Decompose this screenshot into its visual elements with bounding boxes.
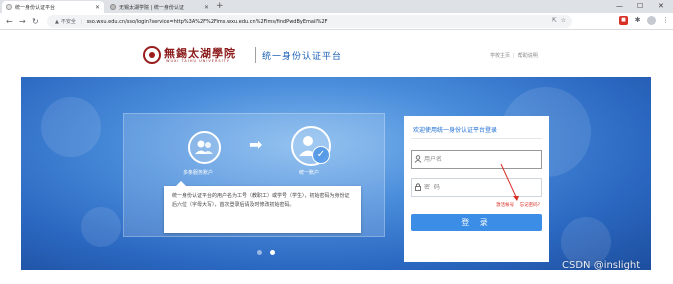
- browser-tab-strip: 统一身份认证平台 ✕ 无锡太湖学院 | 统一身份认证 ✕ + — ☐ ✕: [0, 0, 673, 13]
- share-icon[interactable]: ⇱: [552, 17, 557, 24]
- minimize-button[interactable]: —: [616, 1, 623, 12]
- maximize-button[interactable]: ☐: [637, 1, 643, 12]
- tab-title: 无锡太湖学院 | 统一身份认证: [119, 4, 184, 11]
- username-field[interactable]: [411, 150, 542, 169]
- address-separator: |: [80, 18, 83, 25]
- university-name-en: WUXI TAIHU UNIVERSITY: [166, 59, 230, 63]
- lock-icon: [412, 182, 424, 193]
- activate-account-link[interactable]: 激活帐号: [496, 203, 514, 208]
- browser-toolbar: ← → ↻ ▲ 不安全 | sso.wxu.edu.cn/sso/login?s…: [0, 13, 673, 30]
- header-links: 学校主页 | 帮助说明: [490, 52, 538, 59]
- avatar[interactable]: [647, 16, 656, 25]
- reload-button[interactable]: ↻: [32, 16, 39, 27]
- login-title: 欢迎使用统一身份认证平台登录: [413, 127, 498, 134]
- divider: [411, 138, 542, 139]
- header-divider: [255, 47, 256, 63]
- menu-icon[interactable]: ⋮: [661, 16, 670, 25]
- single-account-label: 统一账户: [299, 170, 320, 176]
- carousel-dot-active[interactable]: [270, 250, 275, 255]
- carousel-dot[interactable]: [257, 250, 262, 255]
- new-tab-button[interactable]: +: [216, 1, 224, 12]
- help-link[interactable]: 帮助说明: [518, 53, 538, 59]
- extension-icon[interactable]: ■: [619, 16, 628, 25]
- url-text[interactable]: sso.wxu.edu.cn/sso/login?service=http%3A…: [87, 19, 328, 25]
- watermark: CSDN @inslight: [562, 260, 641, 271]
- tab-sso-login[interactable]: 统一身份认证平台 ✕: [2, 1, 104, 13]
- back-button[interactable]: ←: [6, 16, 13, 27]
- multi-account-icon: [188, 131, 221, 164]
- auxiliary-links: 激活帐号 忘记密码?: [492, 202, 540, 208]
- tab-title: 统一身份认证平台: [15, 4, 56, 11]
- puzzle-icon[interactable]: ✱: [633, 16, 642, 25]
- close-icon[interactable]: ✕: [95, 4, 100, 11]
- password-input[interactable]: [424, 184, 541, 191]
- omnibox-icons: ⇱ ☆: [552, 17, 566, 24]
- login-panel: 欢迎使用统一身份认证平台登录 激活帐号 忘记密码? 登 录: [404, 116, 549, 262]
- warning-icon[interactable]: ▲: [55, 19, 59, 25]
- link-separator: |: [513, 53, 515, 59]
- address-bar[interactable]: ▲ 不安全 | sso.wxu.edu.cn/sso/login?service…: [47, 15, 572, 28]
- description-box: 统一身份认证平台的用户名为工号（教职工）或学号（学生），初始密码为身份证后六位（…: [164, 181, 361, 233]
- globe-icon: [110, 4, 116, 10]
- close-icon[interactable]: ✕: [204, 4, 209, 11]
- login-button[interactable]: 登 录: [411, 214, 542, 231]
- username-input[interactable]: [424, 156, 541, 163]
- arrow-right-icon: ➡: [249, 135, 263, 154]
- password-field[interactable]: [411, 178, 542, 197]
- tab-taihu[interactable]: 无锡太湖学院 | 统一身份认证 ✕: [106, 1, 213, 13]
- forgot-password-link[interactable]: 忘记密码?: [520, 203, 540, 208]
- forward-button[interactable]: →: [19, 16, 26, 27]
- check-icon: ✓: [312, 146, 330, 164]
- star-icon[interactable]: ☆: [561, 17, 566, 24]
- globe-icon: [6, 4, 12, 10]
- security-label[interactable]: 不安全: [61, 18, 76, 25]
- multi-account-label: 多条服务账户: [183, 170, 214, 176]
- user-icon: [412, 154, 424, 165]
- school-home-link[interactable]: 学校主页: [490, 53, 510, 59]
- close-window-button[interactable]: ✕: [658, 1, 664, 12]
- university-logo-icon: [143, 46, 161, 64]
- page-title: 统一身份认证平台: [262, 52, 343, 62]
